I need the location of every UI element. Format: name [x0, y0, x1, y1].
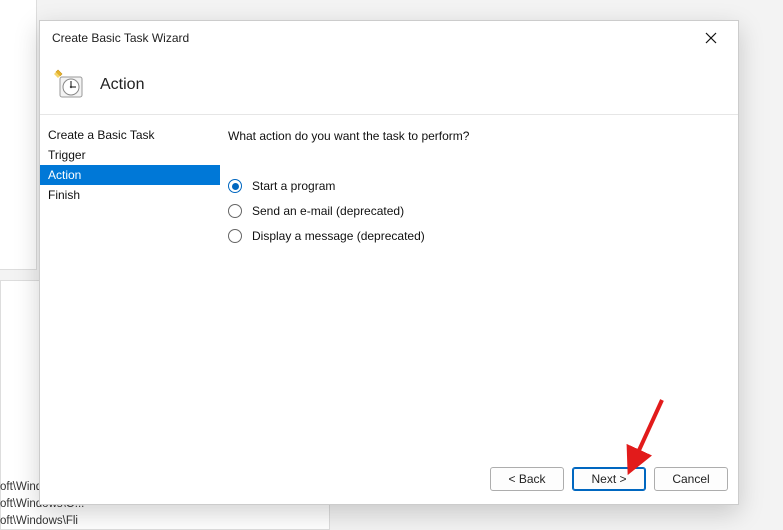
radio-label: Display a message (deprecated): [252, 229, 425, 243]
scheduler-icon: [52, 68, 86, 102]
wizard-header: Action: [40, 55, 738, 115]
radio-label: Start a program: [252, 179, 335, 193]
sidebar-item-trigger[interactable]: Trigger: [40, 145, 220, 165]
wizard-dialog: Create Basic Task Wizard Action Create a…: [39, 20, 739, 505]
close-icon: [705, 32, 717, 44]
sidebar-item-action[interactable]: Action: [40, 165, 220, 185]
sidebar-item-create-basic-task[interactable]: Create a Basic Task: [40, 125, 220, 145]
wizard-body: Create a Basic Task Trigger Action Finis…: [40, 115, 738, 460]
wizard-footer: < Back Next > Cancel: [40, 460, 738, 504]
radio-label: Send an e-mail (deprecated): [252, 204, 404, 218]
window-title: Create Basic Task Wizard: [52, 31, 696, 45]
back-button[interactable]: < Back: [490, 467, 564, 491]
cancel-button[interactable]: Cancel: [654, 467, 728, 491]
radio-start-program[interactable]: Start a program: [228, 179, 722, 193]
background-panel-left: [0, 0, 37, 270]
close-button[interactable]: [696, 24, 726, 52]
radio-icon: [228, 229, 242, 243]
wizard-content: What action do you want the task to perf…: [220, 115, 738, 460]
title-bar: Create Basic Task Wizard: [40, 21, 738, 55]
action-prompt: What action do you want the task to perf…: [228, 129, 722, 143]
radio-send-email[interactable]: Send an e-mail (deprecated): [228, 204, 722, 218]
next-button[interactable]: Next >: [572, 467, 646, 491]
background-path-3: oft\Windows\Fli: [0, 515, 78, 527]
radio-icon: [228, 204, 242, 218]
wizard-sidebar: Create a Basic Task Trigger Action Finis…: [40, 115, 220, 460]
sidebar-item-finish[interactable]: Finish: [40, 185, 220, 205]
radio-icon: [228, 179, 242, 193]
radio-display-message[interactable]: Display a message (deprecated): [228, 229, 722, 243]
wizard-step-title: Action: [100, 76, 144, 94]
